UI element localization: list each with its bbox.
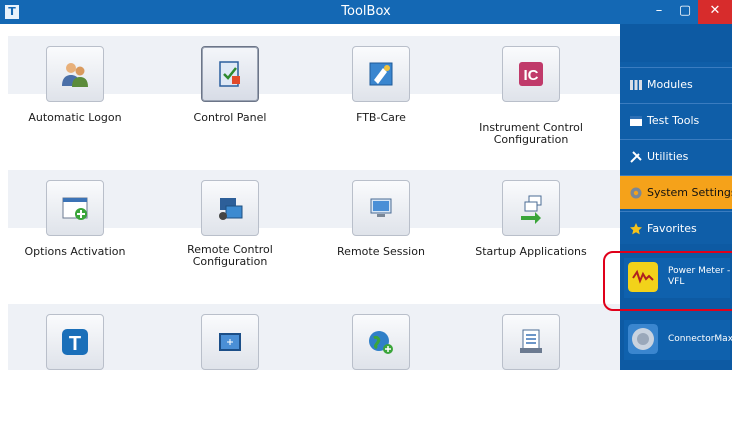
tile-globe-add[interactable]: [306, 292, 456, 426]
menu-item-system-settings[interactable]: System Settings: [620, 175, 732, 209]
menu-label: Test Tools: [647, 114, 700, 127]
menu-item-test-tools[interactable]: Test Tools: [620, 103, 732, 137]
ftb-care-button[interactable]: [352, 46, 410, 102]
screen-icon: [219, 333, 241, 351]
tile-control-panel[interactable]: Control Panel: [155, 24, 305, 158]
star-icon: [630, 223, 642, 235]
tile-label: Instrument Control Configuration: [479, 121, 583, 146]
tile-screen[interactable]: [155, 292, 305, 426]
utilities-icon: [630, 151, 642, 163]
maximize-button[interactable]: ▢: [672, 0, 698, 24]
remote-control-button[interactable]: [201, 180, 259, 236]
modules-icon: [630, 80, 642, 90]
toolbox-grid: Automatic Logon Control Panel FTB-Care I: [0, 24, 620, 370]
menu-label: Utilities: [647, 150, 689, 163]
menu-item-modules[interactable]: Modules: [620, 67, 732, 101]
menu-label: System Settings: [647, 186, 732, 199]
tile-t[interactable]: T: [0, 292, 150, 426]
screen-button[interactable]: [201, 314, 259, 370]
t-tile-icon: T: [62, 329, 88, 355]
tile-label: Automatic Logon: [28, 111, 122, 124]
tile-label: Remote Control Configuration: [187, 243, 273, 268]
svg-text:T: T: [69, 333, 81, 355]
startup-applications-icon: [521, 195, 542, 224]
options-activation-icon: [62, 197, 88, 220]
tile-label: Control Panel: [193, 111, 267, 124]
favorite-label: ConnectorMax2: [668, 334, 732, 344]
instrument-control-icon: IC: [519, 62, 543, 86]
users-icon: [62, 63, 88, 87]
connectormax-icon: [628, 324, 658, 354]
tile-label: Startup Applications: [475, 245, 587, 258]
globe-add-button[interactable]: [352, 314, 410, 370]
tile-automatic-logon[interactable]: Automatic Logon: [0, 24, 150, 158]
highlight-callout: [603, 251, 732, 311]
tile-ftb-care[interactable]: FTB-Care: [306, 24, 456, 158]
instrument-control-button[interactable]: IC: [502, 46, 560, 102]
automatic-logon-button[interactable]: [46, 46, 104, 102]
tile-options-activation[interactable]: Options Activation: [0, 158, 150, 292]
document-list-button[interactable]: [502, 314, 560, 370]
control-panel-button[interactable]: [201, 46, 259, 102]
menu-label: Modules: [647, 78, 693, 91]
remote-session-button[interactable]: [352, 180, 410, 236]
tile-label: FTB-Care: [356, 111, 406, 124]
minimize-button[interactable]: –: [646, 0, 672, 24]
remote-control-icon: [219, 198, 243, 220]
close-button[interactable]: ✕: [698, 0, 732, 24]
tile-document-list[interactable]: [456, 292, 606, 426]
svg-text:IC: IC: [524, 67, 539, 84]
side-panel-header: [620, 24, 732, 62]
menu-item-favorites[interactable]: Favorites: [620, 211, 732, 245]
favorite-connectormax2[interactable]: ConnectorMax2: [624, 320, 732, 360]
globe-add-icon: [369, 331, 393, 354]
remote-session-icon: [370, 198, 392, 217]
tile-remote-session[interactable]: Remote Session: [306, 158, 456, 292]
side-panel: Modules Test Tools Utilities System Sett…: [620, 24, 732, 370]
ftb-care-icon: [369, 62, 393, 86]
tile-label: Remote Session: [337, 245, 425, 258]
title-bar: T ToolBox – ▢ ✕: [0, 0, 732, 24]
control-panel-icon: [219, 61, 240, 87]
tile-startup-applications[interactable]: Startup Applications: [456, 158, 606, 292]
tile-instrument-control[interactable]: IC Instrument Control Configuration: [456, 24, 606, 158]
options-activation-button[interactable]: [46, 180, 104, 236]
document-list-icon: [520, 329, 542, 353]
window-title: ToolBox: [341, 4, 391, 19]
menu-label: Favorites: [647, 222, 697, 235]
t-tile-button[interactable]: T: [46, 314, 104, 370]
startup-applications-button[interactable]: [502, 180, 560, 236]
test-tools-icon: [630, 116, 642, 126]
tile-label: Options Activation: [24, 245, 126, 258]
menu-item-utilities[interactable]: Utilities: [620, 139, 732, 173]
gear-icon: [630, 187, 642, 199]
tile-remote-control[interactable]: Remote Control Configuration: [155, 158, 305, 292]
